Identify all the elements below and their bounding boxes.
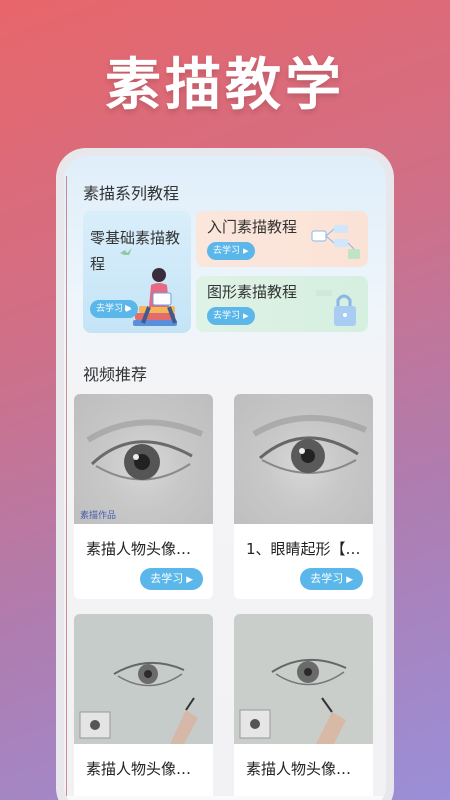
- phone-frame: 素描系列教程 零基础素描教程 去学习 ▶ ▶ 入门素描教程 去学习 ▶ 图形素描…: [56, 148, 394, 800]
- bottom-tab-bar[interactable]: [64, 796, 386, 800]
- promo-title: 素描教学: [105, 53, 345, 118]
- video-card[interactable]: 素描作品 素描人物头像… 去学习 ▶: [74, 394, 213, 599]
- series-card-shape[interactable]: 图形素描教程 去学习 ▶: [196, 276, 368, 332]
- series-card-title: 入门素描教程: [207, 218, 298, 236]
- video-thumbnail: 素描作品: [74, 394, 213, 524]
- eye-sketch-image: 素描作品: [80, 419, 204, 521]
- video-thumbnail: [74, 614, 213, 744]
- series-card-intro[interactable]: 入门素描教程 去学习 ▶: [196, 211, 368, 267]
- chevron-right-icon: ▶: [243, 246, 249, 255]
- video-title: 素描人物头像…: [86, 760, 192, 778]
- video-section-title: 视频推荐: [83, 365, 148, 384]
- reading-person-illustration: [133, 268, 177, 326]
- video-card[interactable]: 素描人物头像…: [234, 614, 373, 800]
- video-card[interactable]: 素描人物头像…: [74, 614, 213, 800]
- series-card-title: 图形素描教程: [207, 283, 298, 301]
- video-title: 素描人物头像…: [86, 540, 192, 558]
- learn-button[interactable]: 去学习 ▶: [207, 307, 255, 325]
- svg-text:素描作品: 素描作品: [80, 509, 116, 521]
- drawing-process-image: [234, 614, 373, 744]
- series-card-basic[interactable]: 零基础素描教程 去学习 ▶ ▶: [83, 211, 191, 333]
- bird-icon: [120, 248, 132, 255]
- chevron-right-icon: ▶: [346, 575, 353, 585]
- video-title: 素描人物头像…: [246, 760, 352, 778]
- mindmap-icon: [311, 225, 360, 259]
- drawing-process-image: [74, 614, 213, 744]
- video-card[interactable]: 1、眼睛起形【… 去学习 ▶: [234, 394, 373, 599]
- video-thumbnail: [234, 394, 373, 524]
- chevron-right-icon: ▶: [243, 311, 249, 320]
- video-title: 1、眼睛起形【…: [246, 540, 361, 558]
- lock-icon: [316, 290, 356, 326]
- chevron-right-icon: ▶: [186, 575, 193, 585]
- learn-button[interactable]: 去学习 ▶: [140, 568, 203, 590]
- learn-button[interactable]: 去学习 ▶: [300, 568, 363, 590]
- app-screen: 素描系列教程 零基础素描教程 去学习 ▶ ▶ 入门素描教程 去学习 ▶ 图形素描…: [64, 156, 386, 800]
- video-thumbnail: [234, 614, 373, 744]
- divider: [66, 176, 67, 800]
- eye-sketch-image: [252, 415, 368, 474]
- learn-button[interactable]: 去学习 ▶: [207, 242, 255, 260]
- series-section-title: 素描系列教程: [83, 184, 180, 203]
- chevron-right-icon: ▶: [125, 303, 132, 312]
